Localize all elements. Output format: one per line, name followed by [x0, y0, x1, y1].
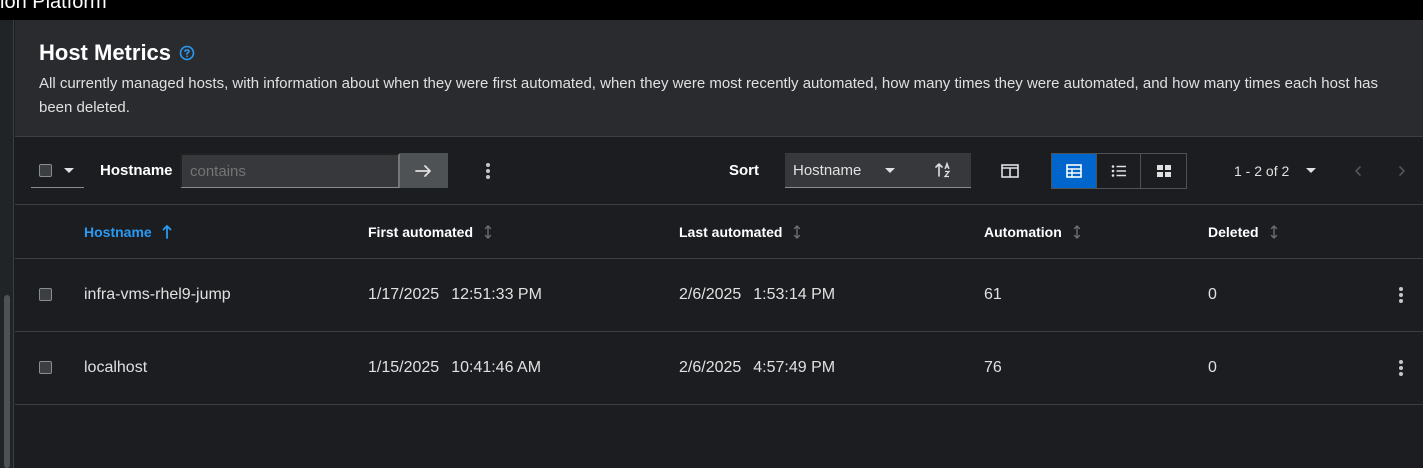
page-title: Host Metrics: [39, 40, 172, 65]
kebab-dot: [1399, 360, 1403, 364]
cell-deleted: 0: [1208, 286, 1217, 303]
cell-last-automated: 2/6/2025 1:53:14 PM: [679, 286, 835, 304]
cell-time: 12:51:33 PM: [451, 286, 542, 303]
cell-date: 2/6/2025: [679, 286, 742, 303]
kebab-dot: [1399, 287, 1403, 291]
table-view-icon: [1066, 164, 1082, 178]
caret-down-icon[interactable]: [64, 168, 74, 173]
top-masthead: ion Platform: [0, 0, 1423, 20]
cell-time: 4:57:49 PM: [753, 359, 836, 376]
cell-automation: 61: [984, 286, 1002, 303]
left-sidebar-edge: [0, 20, 14, 468]
table-row: localhost 1/15/2025 10:41:46 AM 2/6/2025 4…: [15, 332, 1423, 405]
row-actions-kebab[interactable]: [1391, 284, 1411, 306]
table-toolbar: Hostname Sort Hostname: [15, 137, 1423, 205]
filter-submit-button[interactable]: [400, 153, 448, 188]
sort-direction-button[interactable]: [916, 153, 971, 188]
caret-down-icon: [885, 168, 895, 173]
filter-attribute-label: Hostname: [100, 162, 173, 179]
sort-arrows-icon: [484, 225, 492, 239]
sort-arrows-icon: [794, 225, 801, 239]
chevron-left-icon[interactable]: [1352, 161, 1364, 181]
chevron-right-icon[interactable]: [1396, 161, 1408, 181]
cell-deleted: 0: [1208, 359, 1217, 376]
row-actions-kebab[interactable]: [1391, 357, 1411, 379]
column-header-label: Automation: [984, 224, 1062, 240]
caret-down-icon[interactable]: [1306, 168, 1316, 173]
manage-columns-button[interactable]: [997, 159, 1023, 183]
list-view-button[interactable]: [1097, 154, 1142, 188]
list-view-icon: [1111, 165, 1126, 177]
arrow-right-icon: [415, 164, 431, 177]
row-checkbox[interactable]: [39, 288, 52, 301]
page-header: Host Metrics All currently managed hosts…: [15, 20, 1423, 137]
column-header-label: Hostname: [84, 224, 152, 240]
cell-date: 2/6/2025: [679, 359, 742, 376]
kebab-dot: [1399, 293, 1403, 297]
column-header-label: Last automated: [679, 224, 783, 240]
sort-alpha-ascending-icon: [934, 162, 950, 178]
sort-field-select[interactable]: Hostname: [785, 153, 916, 188]
grid-view-button[interactable]: [1141, 154, 1186, 188]
row-checkbox[interactable]: [39, 361, 52, 374]
sidebar-scrollbar[interactable]: [4, 295, 10, 468]
bulk-select[interactable]: [31, 154, 84, 188]
column-header-automation[interactable]: Automation: [984, 224, 1082, 240]
kebab-dot: [1399, 299, 1403, 303]
toolbar-kebab-menu[interactable]: [478, 160, 498, 182]
pagination-summary[interactable]: 1 - 2 of 2: [1234, 163, 1289, 179]
grid-view-icon: [1156, 165, 1171, 177]
column-header-deleted[interactable]: Deleted: [1208, 224, 1279, 240]
table-header: Hostname First automated Last automated …: [15, 205, 1423, 259]
sort-field-value: Hostname: [793, 161, 862, 179]
select-all-checkbox[interactable]: [39, 164, 52, 177]
cell-hostname: infra-vms-rhel9-jump: [84, 286, 231, 303]
view-toggle-group: [1051, 153, 1187, 189]
cell-date: 1/15/2025: [368, 359, 440, 376]
cell-first-automated: 1/17/2025 12:51:33 PM: [368, 286, 542, 304]
cell-time: 10:41:46 AM: [451, 359, 542, 376]
column-header-last-automated[interactable]: Last automated: [679, 224, 802, 240]
table-row: infra-vms-rhel9-jump 1/17/2025 12:51:33 P…: [15, 259, 1423, 332]
arrow-up-icon: [162, 225, 172, 239]
kebab-dot: [1399, 366, 1403, 370]
cell-first-automated: 1/15/2025 10:41:46 AM: [368, 359, 541, 377]
kebab-dot: [486, 175, 490, 179]
kebab-dot: [486, 169, 490, 173]
sort-arrows-icon: [1270, 225, 1277, 239]
page-title-group: Host Metrics: [39, 40, 195, 66]
cell-time: 1:53:14 PM: [753, 286, 836, 303]
columns-icon: [1001, 164, 1019, 178]
page-description: All currently managed hosts, with inform…: [39, 75, 1379, 116]
filter-search-input[interactable]: [180, 153, 400, 188]
kebab-dot: [1399, 372, 1403, 376]
cell-hostname: localhost: [84, 359, 148, 376]
kebab-dot: [486, 163, 490, 167]
help-circle-icon[interactable]: [179, 45, 195, 61]
sort-label: Sort: [729, 162, 759, 179]
cell-date: 1/17/2025: [368, 286, 440, 303]
sort-arrows-icon: [1073, 225, 1080, 239]
column-header-hostname[interactable]: Hostname: [84, 224, 172, 240]
cell-last-automated: 2/6/2025 4:57:49 PM: [679, 359, 835, 377]
table-view-button[interactable]: [1052, 154, 1097, 188]
column-header-first-automated[interactable]: First automated: [368, 224, 493, 240]
brand-title: ion Platform: [0, 0, 107, 13]
column-header-label: First automated: [368, 224, 474, 240]
cell-automation: 76: [984, 359, 1002, 376]
column-header-label: Deleted: [1208, 224, 1259, 240]
